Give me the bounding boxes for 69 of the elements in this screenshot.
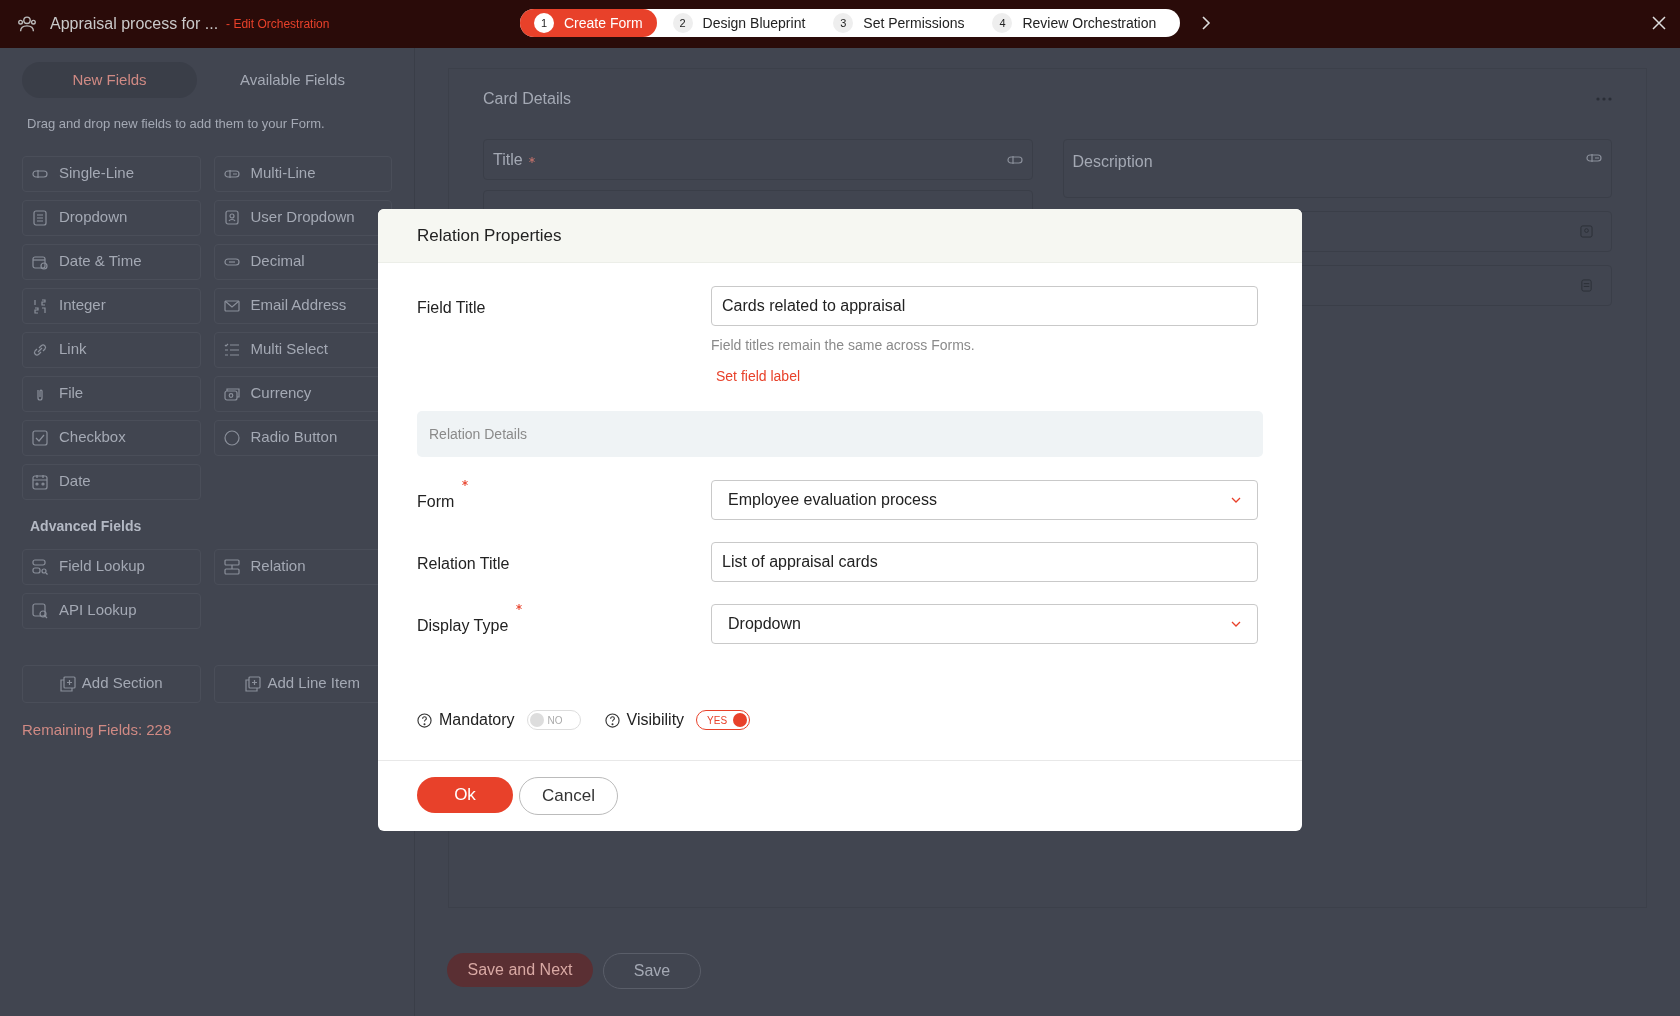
calendar-clock-icon (32, 253, 48, 270)
field-label: Field Title (417, 299, 486, 316)
edit-orchestration-label: - Edit Orchestration (226, 16, 330, 33)
help-text: Field titles remain the same across Forms. (711, 336, 976, 355)
dropdown-field[interactable]: Dropdown (711, 604, 1258, 644)
field-type-item[interactable]: Single-Line (22, 155, 201, 192)
chevron-right-icon (1200, 15, 1213, 31)
chevron-down-icon (1231, 497, 1241, 503)
hint-text: Drag and drop new fields to add them to your Form. (27, 115, 326, 133)
relation-icon (223, 558, 240, 575)
step-number: 2 (672, 13, 693, 33)
link-icon (32, 341, 48, 358)
field-type-item[interactable]: API Lookup (22, 592, 201, 629)
api-search-icon (32, 602, 48, 619)
next-arrow-button[interactable] (1200, 15, 1213, 31)
step-number: 3 (833, 13, 854, 33)
checklist-icon (223, 341, 240, 358)
step-tab[interactable]: 2 Design Blueprint (656, 9, 818, 37)
checkbox-icon (32, 429, 48, 446)
toggle-label: Visibility (626, 710, 685, 730)
add-copy-icon (245, 675, 262, 692)
lookup-icon (32, 558, 48, 575)
calendar-icon (32, 473, 48, 490)
field-type-item[interactable]: Integer (22, 287, 201, 324)
field-type-item[interactable]: File (22, 375, 201, 412)
add-button[interactable]: Add Section (22, 664, 201, 703)
envelope-icon (223, 297, 240, 314)
section-title: Relation Details (429, 424, 528, 444)
field-type-item[interactable]: Field Lookup (22, 548, 201, 585)
save-and-next-button[interactable]: Save and Next (447, 953, 593, 987)
step-tab[interactable]: 1 Create Form (520, 9, 657, 37)
ok-button[interactable]: Ok (417, 777, 513, 813)
set-field-label-link[interactable]: Set field label (716, 366, 801, 387)
step-number: 1 (534, 13, 554, 33)
section-heading: Advanced Fields (30, 516, 143, 536)
panel-tab[interactable]: Available Fields (205, 62, 380, 98)
close-button[interactable] (1652, 16, 1666, 30)
orchestration-title: Appraisal process for ... (50, 14, 219, 34)
field-label: Relation Title (417, 554, 510, 574)
field-title-input[interactable]: Cards related to appraisal (711, 286, 1258, 326)
field-label: Form (417, 492, 455, 512)
help-icon (604, 712, 620, 728)
numbers-icon (32, 297, 48, 314)
dialog-title: Relation Properties (417, 224, 562, 247)
circle-icon (223, 429, 240, 446)
text-input[interactable]: List of appraisal cards (711, 542, 1258, 582)
field-label: Title (493, 149, 523, 170)
step-tab[interactable]: 3 Set Permissions (817, 9, 977, 37)
card-title: Card Details (483, 89, 572, 109)
field-label: Display Type (417, 616, 509, 636)
toggle-label: Mandatory (439, 710, 515, 730)
add-copy-icon (59, 675, 76, 692)
field-label: Description (1072, 152, 1153, 172)
dropdown-field[interactable]: Employee evaluation process (711, 480, 1258, 520)
list-icon (32, 209, 48, 226)
field-type-item[interactable]: Checkbox (22, 419, 201, 456)
chevron-down-icon (1231, 621, 1241, 627)
field-type-item[interactable]: Multi-Line (213, 155, 392, 192)
close-icon (1652, 16, 1666, 30)
field-type-item[interactable]: Link (22, 331, 201, 368)
remaining-fields-count: Remaining Fields: 228 (22, 719, 173, 740)
panel-tab[interactable]: New Fields (22, 62, 197, 98)
help-icon (417, 712, 432, 728)
field-type-item[interactable]: Date & Time (22, 243, 201, 280)
step-number: 4 (992, 13, 1013, 33)
field-type-item[interactable]: Dropdown (22, 199, 201, 236)
field-type-item[interactable]: Date (22, 463, 201, 500)
step-tab[interactable]: 4 Review Orchestration (976, 9, 1169, 37)
banknote-icon (223, 385, 240, 402)
